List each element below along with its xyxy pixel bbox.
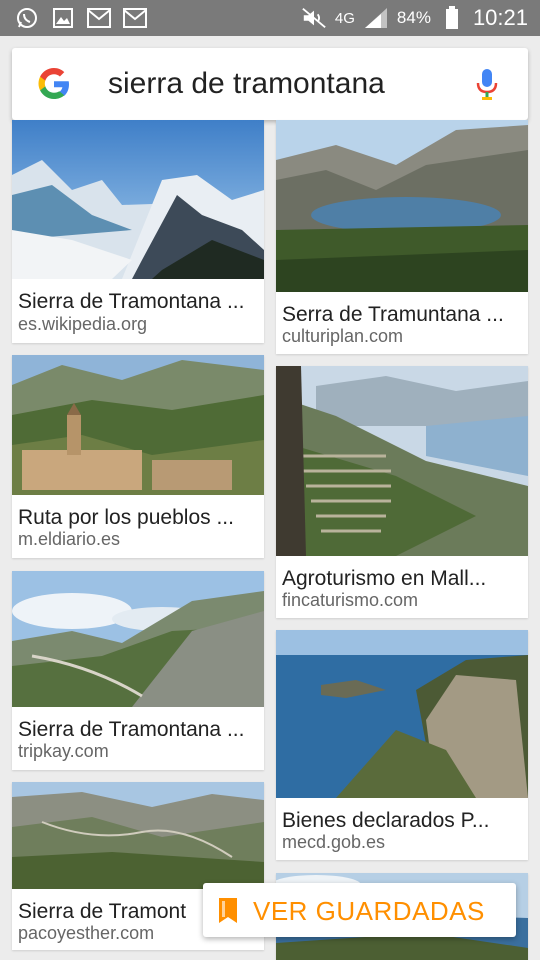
result-title: Ruta por los pueblos ...	[18, 506, 234, 529]
result-source: fincaturismo.com	[282, 590, 419, 610]
view-saved-label: VER GUARDADAS	[253, 896, 485, 926]
result-image	[12, 355, 264, 495]
result-title: Bienes declarados P...	[282, 809, 490, 832]
result-source: m.eldiario.es	[18, 529, 121, 549]
result-image	[12, 571, 264, 707]
google-logo-icon	[36, 66, 72, 102]
result-title: Sierra de Tramontana ...	[18, 718, 245, 741]
result-image	[276, 630, 528, 798]
gmail-icon	[122, 5, 148, 31]
result-card[interactable]: Sierra de Tramontana ... es.wikipedia.or…	[12, 120, 264, 343]
result-title: Sierra de Tramontana ...	[18, 290, 245, 313]
bookmark-icon	[217, 897, 239, 925]
result-image	[12, 120, 264, 279]
gallery-icon	[50, 5, 76, 31]
network-type: 4G	[334, 9, 355, 27]
clock: 10:21	[472, 5, 528, 30]
result-card[interactable]: Sierra de Tramontana ... tripkay.com	[12, 571, 264, 770]
microphone-icon[interactable]	[474, 67, 500, 103]
result-card[interactable]: Ruta por los pueblos ... m.eldiario.es	[12, 355, 264, 558]
result-card[interactable]: Agroturismo en Mall... fincaturismo.com	[276, 366, 528, 618]
result-card[interactable]: Bienes declarados P... mecd.gob.es	[276, 630, 528, 860]
result-image	[12, 782, 264, 889]
result-source: mecd.gob.es	[282, 832, 386, 852]
view-saved-button[interactable]: VER GUARDADAS	[203, 883, 516, 937]
whatsapp-icon	[14, 5, 40, 31]
result-source: tripkay.com	[18, 741, 109, 761]
signal-icon	[363, 5, 389, 31]
result-source: es.wikipedia.org	[18, 314, 148, 334]
gmail-icon	[86, 5, 112, 31]
battery-icon	[439, 5, 465, 31]
result-image	[276, 120, 528, 292]
system-icons: 4G 84% 10:21	[301, 0, 528, 36]
result-card[interactable]: Serra de Tramuntana ... culturiplan.com	[276, 120, 528, 354]
battery-percent: 84%	[396, 8, 431, 27]
result-source: culturiplan.com	[282, 326, 404, 346]
notification-icons	[14, 5, 148, 31]
result-image	[276, 366, 528, 556]
result-title: Agroturismo en Mall...	[282, 567, 487, 590]
status-bar: 4G 84% 10:21	[0, 0, 540, 36]
search-query[interactable]: sierra de tramontana	[108, 67, 385, 101]
mute-icon	[301, 5, 327, 31]
search-bar[interactable]: sierra de tramontana	[12, 48, 528, 120]
result-title: Serra de Tramuntana ...	[282, 303, 504, 326]
